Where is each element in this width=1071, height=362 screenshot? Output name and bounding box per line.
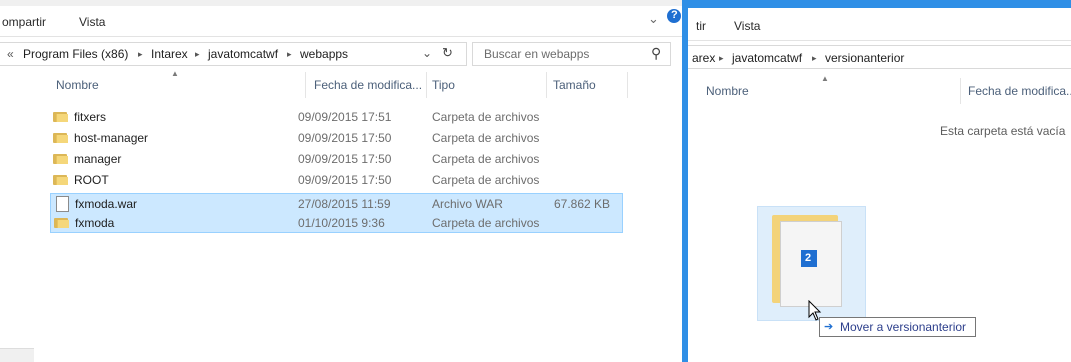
ribbon-tabs: ompartir Vista ⌄ ? [0, 6, 682, 37]
ribbon-expand-icon[interactable]: ⌄ [648, 11, 659, 27]
breadcrumb-separator-icon[interactable]: ▸ [719, 53, 724, 64]
nav-pane-scrollbar[interactable] [0, 348, 34, 362]
breadcrumb-javatomcatwf[interactable]: javatomcatwf [732, 51, 802, 65]
breadcrumb-overflow-icon[interactable]: « [7, 47, 14, 61]
file-type: Archivo WAR [432, 197, 503, 211]
breadcrumb-separator-icon[interactable]: ▸ [138, 49, 143, 60]
breadcrumb-separator-icon[interactable]: ▸ [812, 53, 817, 64]
sort-ascending-icon: ▲ [821, 74, 829, 83]
column-divider[interactable] [305, 72, 306, 98]
tooltip-text: Mover a versionanterior [840, 320, 967, 334]
sort-ascending-icon: ▲ [171, 69, 179, 78]
file-name: manager [74, 152, 122, 166]
ribbon-tabs: tir Vista [688, 8, 1071, 41]
file-name: fxmoda [75, 216, 115, 230]
folder-icon [53, 174, 68, 185]
ribbon-tab-view[interactable]: Vista [734, 19, 760, 33]
column-header-row: Nombre ▲ Fecha de modifica... Tipo Tamañ… [34, 69, 682, 102]
explorer-window-webapps: ompartir Vista ⌄ ? « Program Files (x86)… [0, 0, 682, 362]
breadcrumb-versionanterior[interactable]: versionanterior [825, 51, 904, 65]
file-date: 27/08/2015 11:59 [298, 197, 391, 211]
empty-folder-message: Esta carpeta está vacía [940, 124, 1066, 138]
column-header-date[interactable]: Fecha de modifica... [314, 78, 422, 92]
refresh-icon[interactable]: ↻ [442, 45, 453, 61]
file-date: 09/09/2015 17:51 [298, 110, 392, 124]
breadcrumb-separator-icon[interactable]: ▸ [287, 49, 292, 60]
file-date: 09/09/2015 17:50 [298, 152, 392, 166]
list-item-manager[interactable]: manager 09/09/2015 17:50 Carpeta de arch… [50, 149, 622, 169]
address-bar[interactable]: « Program Files (x86) ▸ Intarex ▸ javato… [0, 42, 467, 66]
column-header-size[interactable]: Tamaño [553, 78, 596, 92]
folder-icon [54, 217, 69, 228]
search-icon[interactable]: ⚲ [651, 45, 661, 62]
file-date: 01/10/2015 9:36 [298, 216, 385, 230]
file-type: Carpeta de archivos [432, 131, 540, 145]
file-date: 09/09/2015 17:50 [298, 131, 392, 145]
file-type: Carpeta de archivos [432, 152, 540, 166]
file-icon [56, 196, 69, 212]
file-name: fitxers [74, 110, 107, 124]
list-item-fxmoda[interactable]: fxmoda 01/10/2015 9:36 Carpeta de archiv… [50, 213, 623, 233]
ribbon-tab-view[interactable]: Vista [79, 15, 105, 29]
drag-count-badge: 2 [801, 250, 817, 267]
drag-tooltip: ➔ Mover a versionanterior [819, 317, 976, 337]
search-input[interactable]: Buscar en webapps [484, 47, 589, 61]
address-history-dropdown-icon[interactable]: ⌄ [422, 46, 432, 60]
file-date: 09/09/2015 17:50 [298, 173, 392, 187]
column-header-row: Nombre ▲ Fecha de modifica... [688, 74, 1071, 104]
column-header-date[interactable]: Fecha de modifica... [968, 84, 1071, 98]
file-size: 67.862 KB [554, 197, 611, 211]
file-name: ROOT [74, 173, 109, 187]
folder-icon [53, 153, 68, 164]
address-bar[interactable]: arex ▸ javatomcatwf ▸ versionanterior [688, 45, 1071, 69]
column-divider[interactable] [546, 72, 547, 98]
column-divider[interactable] [960, 78, 961, 104]
ribbon-tab-share[interactable]: tir [696, 19, 706, 33]
list-item-root[interactable]: ROOT 09/09/2015 17:50 Carpeta de archivo… [50, 170, 622, 190]
breadcrumb-program-files[interactable]: Program Files (x86) [23, 47, 128, 61]
explorer-window-versionanterior: tir Vista arex ▸ javatomcatwf ▸ versiona… [688, 0, 1071, 362]
breadcrumb-intarex[interactable]: Intarex [151, 47, 188, 61]
help-icon[interactable]: ? [667, 9, 681, 23]
column-header-type[interactable]: Tipo [432, 78, 455, 92]
window-title-strip [688, 0, 1071, 8]
breadcrumb-webapps[interactable]: webapps [300, 47, 348, 61]
breadcrumb-javatomcatwf[interactable]: javatomcatwf [208, 47, 278, 61]
file-name: fxmoda.war [75, 197, 138, 211]
file-type: Carpeta de archivos [432, 173, 540, 187]
search-box[interactable]: Buscar en webapps ⚲ [472, 42, 671, 66]
file-type: Carpeta de archivos [432, 216, 540, 230]
breadcrumb-separator-icon[interactable]: ▸ [195, 49, 200, 60]
breadcrumb-intarex[interactable]: arex [692, 51, 715, 65]
column-divider[interactable] [627, 72, 628, 98]
column-header-name[interactable]: Nombre [706, 84, 749, 98]
file-name: host-manager [74, 131, 149, 145]
column-header-name[interactable]: Nombre [56, 78, 99, 92]
navigation-pane[interactable] [0, 66, 34, 362]
folder-icon [53, 132, 68, 143]
list-item-fxmoda-war[interactable]: fxmoda.war 27/08/2015 11:59 Archivo WAR … [50, 193, 623, 214]
list-item-host-manager[interactable]: host-manager 09/09/2015 17:50 Carpeta de… [50, 128, 622, 148]
folder-icon [53, 111, 68, 122]
move-arrow-icon: ➔ [824, 321, 834, 333]
column-divider[interactable] [426, 72, 427, 98]
list-item-fitxers[interactable]: fitxers 09/09/2015 17:51 Carpeta de arch… [50, 107, 622, 127]
ribbon-tab-share[interactable]: ompartir [2, 15, 46, 29]
file-type: Carpeta de archivos [432, 110, 540, 124]
